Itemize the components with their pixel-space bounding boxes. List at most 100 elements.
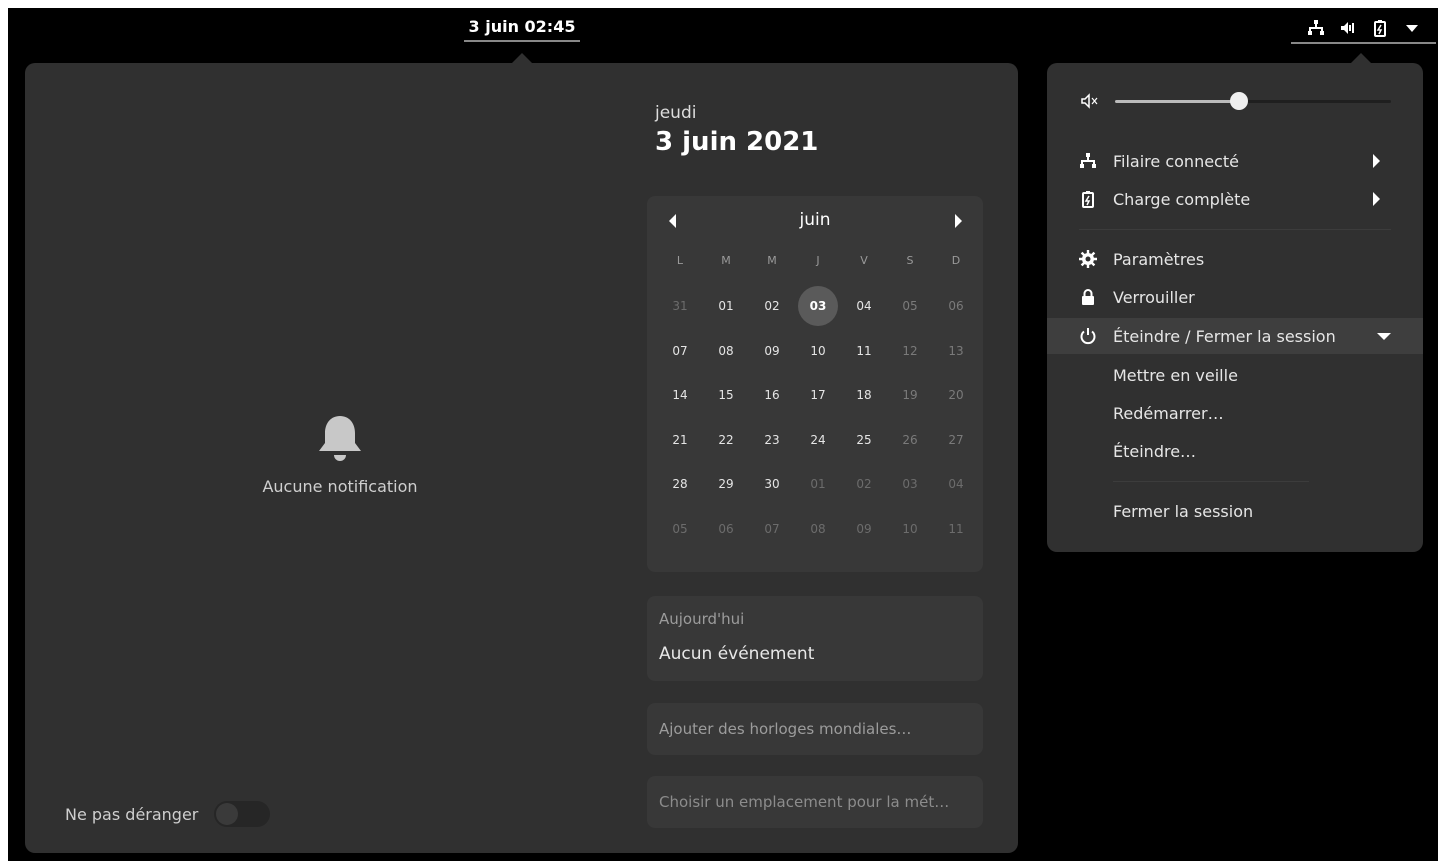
calendar-day[interactable]: 19 <box>887 373 933 417</box>
calendar-day[interactable]: 01 <box>703 284 749 328</box>
calendar-day[interactable]: 23 <box>749 418 795 462</box>
calendar-day[interactable]: 07 <box>657 329 703 373</box>
calendar-day-number: 26 <box>902 432 918 447</box>
power-icon <box>1079 327 1097 345</box>
calendar-popover-pointer <box>512 53 532 63</box>
calendar-day-number: 03 <box>902 477 918 491</box>
suspend-item[interactable]: Mettre en veille <box>1047 357 1423 393</box>
full-date[interactable]: 3 juin 2021 <box>655 127 818 157</box>
logout-label: Fermer la session <box>1113 501 1254 521</box>
calendar-day[interactable]: 21 <box>657 418 703 462</box>
clock-button[interactable]: 3 juin 02:45 <box>464 16 580 42</box>
calendar-day-number: 02 <box>764 299 780 313</box>
calendar-day[interactable]: 29 <box>703 462 749 506</box>
calendar-day[interactable]: 18 <box>841 373 887 417</box>
calendar-day[interactable]: 04 <box>841 284 887 328</box>
volume-knob[interactable] <box>1230 92 1249 110</box>
calendar-day-number: 18 <box>856 388 872 402</box>
calendar-day-number: 08 <box>718 343 734 358</box>
calendar-day-number: 01 <box>718 299 734 313</box>
system-menu-pointer <box>1351 53 1371 63</box>
battery-item[interactable]: Charge complète <box>1047 181 1423 217</box>
calendar-day[interactable]: 20 <box>933 373 979 417</box>
calendar-day-number: 09 <box>856 521 872 536</box>
calendar-day[interactable]: 06 <box>933 284 979 328</box>
calendar-day[interactable]: 05 <box>887 284 933 328</box>
calendar-day-today[interactable]: 03 <box>795 284 841 328</box>
wired-connection-item[interactable]: Filaire connecté <box>1047 143 1423 179</box>
calendar-day-number: 11 <box>948 521 964 536</box>
calendar-day[interactable]: 02 <box>749 284 795 328</box>
weather-location-button[interactable]: Choisir un emplacement pour la mét… <box>647 776 983 828</box>
calendar-day[interactable]: 13 <box>933 329 979 373</box>
calendar-day[interactable]: 04 <box>933 462 979 506</box>
calendar-day[interactable]: 11 <box>841 329 887 373</box>
lock-item[interactable]: Verrouiller <box>1047 279 1423 315</box>
system-status-button[interactable] <box>1291 14 1436 44</box>
world-clocks-button[interactable]: Ajouter des horloges mondiales… <box>647 703 983 755</box>
month-label: juin <box>799 210 831 230</box>
date-menu-popover: Aucune notification Ne pas déranger jeud… <box>25 63 1018 853</box>
menu-separator <box>1113 481 1309 482</box>
top-bar: 3 juin 02:45 <box>8 8 1438 48</box>
calendar-day[interactable]: 14 <box>657 373 703 417</box>
menu-separator <box>1079 229 1391 230</box>
volume-slider[interactable] <box>1079 91 1399 111</box>
calendar-day[interactable]: 15 <box>703 373 749 417</box>
system-menu: Filaire connecté Charge complète Paramèt… <box>1047 63 1423 552</box>
calendar-day[interactable]: 02 <box>841 462 887 506</box>
calendar-day[interactable]: 05 <box>657 507 703 551</box>
calendar-day[interactable]: 09 <box>841 507 887 551</box>
calendar-header: juin <box>647 208 983 234</box>
calendar-day-number: 05 <box>672 521 688 536</box>
calendar-day-number: 05 <box>902 299 918 313</box>
calendar-day[interactable]: 06 <box>703 507 749 551</box>
battery-icon <box>1079 190 1097 208</box>
calendar-day-number: 22 <box>718 432 734 447</box>
calendar-day[interactable]: 08 <box>795 507 841 551</box>
calendar-day-number: 27 <box>948 432 964 447</box>
events-section[interactable]: Aujourd'hui Aucun événement <box>647 596 983 681</box>
power-off-item[interactable]: Éteindre… <box>1047 433 1423 469</box>
calendar: juin L M M J V S D 31 01 02 03 04 05 06 07 08 09 10 11 12 13… <box>647 196 983 572</box>
calendar-day[interactable]: 25 <box>841 418 887 462</box>
settings-item[interactable]: Paramètres <box>1047 241 1423 277</box>
calendar-day[interactable]: 31 <box>657 284 703 328</box>
calendar-day-number: 11 <box>856 343 872 358</box>
chevron-down-icon <box>1403 19 1421 37</box>
calendar-day[interactable]: 12 <box>887 329 933 373</box>
calendar-day-number: 31 <box>672 299 688 313</box>
calendar-day[interactable]: 03 <box>887 462 933 506</box>
calendar-day[interactable]: 28 <box>657 462 703 506</box>
restart-item[interactable]: Redémarrer… <box>1047 395 1423 431</box>
submenu-arrow-icon <box>1373 154 1380 168</box>
power-off-logout-item[interactable]: Éteindre / Fermer la session <box>1047 318 1423 354</box>
calendar-day[interactable]: 17 <box>795 373 841 417</box>
calendar-day[interactable]: 22 <box>703 418 749 462</box>
calendar-day[interactable]: 30 <box>749 462 795 506</box>
calendar-day-number: 04 <box>948 477 964 491</box>
calendar-day[interactable]: 24 <box>795 418 841 462</box>
volume-icon <box>1339 19 1357 37</box>
calendar-day-number: 30 <box>764 477 780 491</box>
wired-connection-label: Filaire connecté <box>1113 151 1239 171</box>
day-name: jeudi <box>655 103 697 123</box>
logout-item[interactable]: Fermer la session <box>1047 493 1423 529</box>
calendar-day[interactable]: 07 <box>749 507 795 551</box>
calendar-day-number: 10 <box>810 343 826 358</box>
dnd-toggle[interactable] <box>214 801 271 827</box>
restart-label: Redémarrer… <box>1113 403 1224 423</box>
calendar-day[interactable]: 10 <box>795 329 841 373</box>
calendar-day-number: 13 <box>948 343 964 358</box>
calendar-day[interactable]: 11 <box>933 507 979 551</box>
calendar-day[interactable]: 10 <box>887 507 933 551</box>
calendar-day[interactable]: 27 <box>933 418 979 462</box>
calendar-day[interactable]: 16 <box>749 373 795 417</box>
next-month-button[interactable] <box>955 214 962 228</box>
calendar-day[interactable]: 01 <box>795 462 841 506</box>
calendar-day[interactable]: 08 <box>703 329 749 373</box>
calendar-day[interactable]: 09 <box>749 329 795 373</box>
calendar-day[interactable]: 26 <box>887 418 933 462</box>
chevron-down-icon <box>1377 333 1391 340</box>
calendar-day-number: 03 <box>798 286 838 326</box>
